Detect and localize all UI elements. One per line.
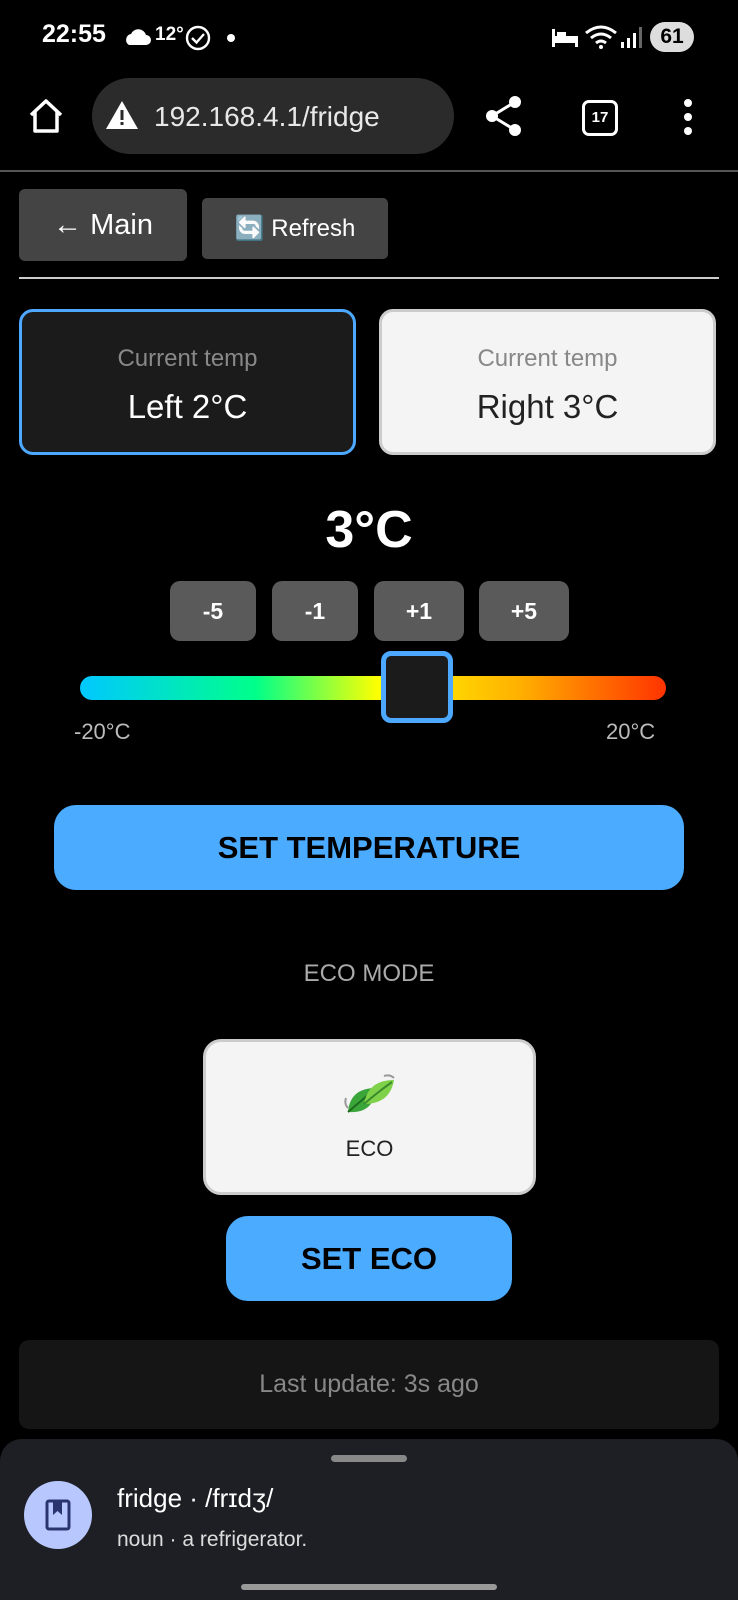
battery-indicator: 61 xyxy=(650,22,694,52)
temperature-slider-track[interactable] xyxy=(80,676,666,700)
bookmark-icon xyxy=(45,1499,71,1531)
step-plus-1-button[interactable]: +1 xyxy=(374,581,464,641)
warning-icon[interactable] xyxy=(104,99,140,131)
bed-icon xyxy=(552,29,578,47)
slider-max-label: 20°C xyxy=(606,719,656,744)
dictionary-word: fridge · /frɪdʒ/ xyxy=(117,1483,274,1513)
zone-card-left[interactable]: Current temp Left 2°C xyxy=(19,309,356,455)
clock: 22:55 xyxy=(42,20,106,48)
wifi-icon xyxy=(585,25,617,49)
check-circle-icon xyxy=(185,25,211,51)
share-icon[interactable] xyxy=(484,95,524,137)
set-temperature-button[interactable]: SET TEMPERATURE xyxy=(54,805,684,890)
zone-value: Left 2°C xyxy=(127,388,248,425)
zone-caption: Current temp xyxy=(477,345,618,372)
browser-toolbar: 192.168.4.1/fridge 17 xyxy=(0,74,738,172)
zone-card-right[interactable]: Current temp Right 3°C xyxy=(379,309,716,455)
tab-switcher-button[interactable]: 17 xyxy=(582,100,618,136)
setpoint-display: 3°C xyxy=(325,501,413,559)
set-eco-button[interactable]: SET ECO xyxy=(226,1216,512,1301)
last-update-status: Last update: 3s ago xyxy=(19,1340,719,1429)
address-bar[interactable]: 192.168.4.1/fridge xyxy=(92,78,454,154)
divider xyxy=(19,277,719,279)
home-icon[interactable] xyxy=(26,96,66,136)
zone-value: Right 3°C xyxy=(476,388,619,425)
dictionary-avatar xyxy=(24,1481,92,1549)
temperature-slider-thumb[interactable] xyxy=(381,651,453,723)
signal-icon xyxy=(621,27,642,48)
zone-caption: Current temp xyxy=(117,345,258,372)
gesture-nav-bar[interactable] xyxy=(241,1584,497,1590)
sheet-drag-handle[interactable] xyxy=(331,1455,407,1462)
notification-dot-icon xyxy=(227,34,235,42)
url-text[interactable]: 192.168.4.1/fridge xyxy=(154,101,380,133)
dictionary-bottom-sheet[interactable]: fridge · /frɪdʒ/ noun · a refrigerator. xyxy=(0,1439,738,1600)
step-minus-1-button[interactable]: -1 xyxy=(272,581,358,641)
weather-temperature: 12° xyxy=(155,24,184,45)
refresh-button[interactable]: 🔄 Refresh xyxy=(202,198,388,259)
eco-mode-card[interactable]: ECO xyxy=(203,1039,536,1195)
more-options-icon[interactable] xyxy=(682,98,694,136)
slider-min-label: -20°C xyxy=(74,719,131,744)
step-plus-5-button[interactable]: +5 xyxy=(479,581,569,641)
leaf-icon xyxy=(344,1074,395,1113)
status-bar: 22:55 12° 61 xyxy=(0,0,738,74)
eco-mode-heading: ECO MODE xyxy=(303,960,435,987)
eco-label: ECO xyxy=(345,1136,394,1161)
cloud-icon xyxy=(126,29,151,45)
dictionary-definition: noun · a refrigerator. xyxy=(117,1528,308,1551)
main-button[interactable]: ← Main xyxy=(19,189,187,261)
step-minus-5-button[interactable]: -5 xyxy=(170,581,256,641)
